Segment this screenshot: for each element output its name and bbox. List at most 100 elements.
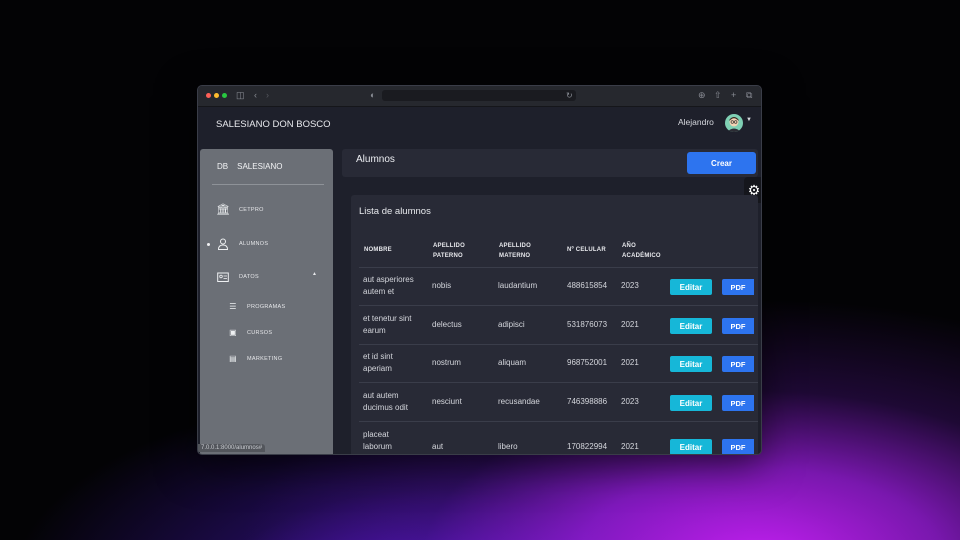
- book-icon: ▣: [229, 328, 237, 337]
- cell-nombre: aut asperiores autem et: [363, 274, 414, 298]
- column-header-nombre: NOMBRE: [364, 247, 392, 253]
- cell-anio: 2021: [621, 320, 639, 329]
- cell-paterno: aut: [432, 442, 444, 451]
- cell-anio: 2021: [621, 358, 639, 367]
- pdf-button[interactable]: PDF: [722, 356, 754, 372]
- browser-window: ◫ ‹ › ◐ ↻ ⊕ ⇧ + ⧉ SALESIANO DON BOSCO Al…: [197, 85, 762, 455]
- column-header-line: AÑO: [622, 243, 636, 249]
- column-header-anio: AÑO ACADÉMICO: [622, 241, 661, 261]
- table-row[interactable]: aut asperiores autem et nobis laudantium …: [359, 267, 758, 306]
- edit-button[interactable]: Editar: [670, 356, 712, 372]
- cell-paterno: nesciunt: [432, 397, 462, 406]
- chevron-up-icon[interactable]: ▲: [312, 271, 317, 277]
- cell-paterno: delectus: [432, 320, 462, 329]
- table-row[interactable]: aut autem ducimus odit nesciunt recusanda…: [359, 382, 758, 422]
- cell-materno: adipisci: [498, 320, 525, 329]
- cell-line: aut autem: [363, 391, 399, 400]
- sidebar-item-marketing[interactable]: ▤ MARKETING: [228, 353, 282, 365]
- share-icon[interactable]: ⇧: [714, 90, 722, 101]
- cell-line: placeat: [363, 430, 389, 439]
- edit-button[interactable]: Editar: [670, 318, 712, 334]
- sidebar-toggle-icon[interactable]: ◫: [236, 90, 245, 101]
- sidebar-item-programas[interactable]: ☰ PROGRAMAS: [228, 301, 285, 313]
- cell-paterno: nostrum: [432, 358, 461, 367]
- download-icon[interactable]: ⊕: [698, 90, 706, 101]
- list-title: Lista de alumnos: [359, 206, 431, 217]
- browser-toolbar: ◫ ‹ › ◐ ↻ ⊕ ⇧ + ⧉: [198, 86, 761, 107]
- table-row[interactable]: et id sint aperiam nostrum aliquam 968752…: [359, 344, 758, 383]
- column-header-materno: APELLIDO MATERNO: [499, 241, 531, 261]
- pdf-button[interactable]: PDF: [722, 439, 754, 454]
- cell-celular: 968752001: [567, 358, 608, 367]
- cell-materno: aliquam: [498, 358, 527, 367]
- edit-button[interactable]: Editar: [670, 279, 712, 295]
- zoom-window-button[interactable]: [222, 93, 227, 98]
- shield-icon: ◐: [370, 90, 376, 100]
- edit-button[interactable]: Editar: [670, 395, 712, 411]
- reload-icon[interactable]: ↻: [566, 90, 573, 101]
- cell-line: aperiam: [363, 364, 392, 373]
- cell-nombre: et id sint aperiam: [363, 351, 393, 375]
- sidebar-brand[interactable]: DB SALESIANO: [217, 162, 291, 171]
- pdf-button[interactable]: PDF: [722, 279, 754, 295]
- cell-line: earum: [363, 326, 386, 335]
- cell-paterno: nobis: [432, 281, 452, 290]
- cell-anio: 2021: [621, 442, 639, 451]
- cell-materno: recusandae: [498, 397, 540, 406]
- minimize-window-button[interactable]: [214, 93, 219, 98]
- active-indicator: [207, 243, 210, 246]
- cell-line: laborum: [363, 442, 392, 451]
- avatar[interactable]: [725, 114, 743, 132]
- close-window-button[interactable]: [206, 93, 211, 98]
- cell-anio: 2023: [621, 397, 639, 406]
- sidebar-item-label: PROGRAMAS: [247, 304, 286, 310]
- table-row[interactable]: et tenetur sint earum delectus adipisci 5…: [359, 305, 758, 345]
- tabs-icon[interactable]: ⧉: [746, 90, 752, 101]
- document-icon: ▤: [229, 354, 237, 363]
- pdf-button[interactable]: PDF: [722, 318, 754, 334]
- sidebar-brand-short: DB: [217, 162, 229, 171]
- sidebar-item-alumnos[interactable]: ALUMNOS: [216, 238, 268, 250]
- cell-anio: 2023: [621, 281, 639, 290]
- id-card-icon: [216, 271, 230, 283]
- cell-nombre: placeat laborum: [363, 429, 392, 453]
- cell-materno: laudantium: [498, 281, 538, 290]
- column-header-celular: Nº CELULAR: [567, 247, 606, 253]
- sidebar-item-label: MARKETING: [247, 356, 283, 362]
- cell-celular: 170822994: [567, 442, 608, 451]
- column-header-paterno: APELLIDO PATERNO: [433, 241, 465, 261]
- sidebar-item-cursos[interactable]: ▣ CURSOS: [228, 327, 272, 339]
- sidebar: DB SALESIANO 🏛 CETPRO ALUMNOS DATOS ▲ ☰ P…: [200, 149, 333, 454]
- sidebar-divider: [212, 184, 324, 185]
- bank-icon: 🏛: [216, 204, 231, 216]
- user-name[interactable]: Alejandro: [678, 117, 714, 127]
- sidebar-item-cetpro[interactable]: 🏛 CETPRO: [216, 204, 264, 216]
- students-list-card: Lista de alumnos NOMBRE APELLIDO PATERNO…: [351, 195, 758, 454]
- edit-button[interactable]: Editar: [670, 439, 712, 454]
- column-header-line: PATERNO: [433, 253, 463, 259]
- chevron-down-icon[interactable]: ▼: [746, 117, 752, 123]
- page-title: Alumnos: [356, 154, 395, 165]
- list-icon: ☰: [229, 302, 237, 311]
- address-bar[interactable]: ↻: [382, 90, 576, 101]
- cell-line: et tenetur sint: [363, 314, 412, 323]
- pdf-button[interactable]: PDF: [722, 395, 754, 411]
- cell-nombre: et tenetur sint earum: [363, 313, 411, 337]
- create-button[interactable]: Crear: [687, 152, 756, 174]
- back-icon[interactable]: ‹: [254, 90, 257, 101]
- sidebar-item-datos[interactable]: DATOS ▲: [216, 271, 317, 283]
- page-header: Alumnos Crear: [342, 149, 758, 177]
- sidebar-item-label: CURSOS: [247, 330, 273, 336]
- new-tab-icon[interactable]: +: [731, 90, 736, 101]
- cell-line: aut asperiores: [363, 275, 414, 284]
- sidebar-brand-name: SALESIANO: [237, 162, 283, 171]
- forward-icon[interactable]: ›: [266, 90, 269, 101]
- table-row[interactable]: placeat laborum aut libero 170822994 2021…: [359, 421, 758, 454]
- app-brand[interactable]: SALESIANO DON BOSCO: [216, 119, 331, 130]
- cell-line: et id sint: [363, 352, 393, 361]
- cell-celular: 746398886: [567, 397, 608, 406]
- sidebar-item-label: DATOS: [239, 274, 259, 280]
- cell-line: ducimus odit: [363, 403, 408, 412]
- cell-materno: libero: [498, 442, 518, 451]
- column-header-line: ACADÉMICO: [622, 253, 661, 259]
